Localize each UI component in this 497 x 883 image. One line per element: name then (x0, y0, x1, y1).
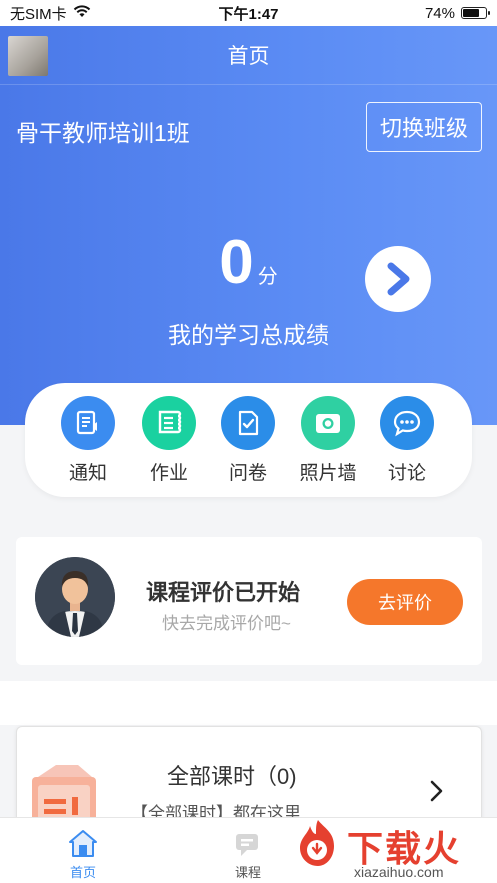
flame-logo-icon (300, 820, 334, 866)
section-divider (0, 681, 497, 725)
score-unit: 分 (257, 266, 278, 288)
battery-fill (463, 9, 480, 17)
battery-icon (461, 7, 490, 19)
tab-home[interactable]: 首页 (43, 826, 123, 881)
quick-action-notice[interactable]: 通知 (53, 396, 123, 485)
quick-action-label: 问卷 (228, 463, 267, 484)
evaluation-subtitle: 快去完成评价吧~ (162, 614, 291, 633)
quick-action-photo-wall[interactable]: 照片墙 (293, 396, 363, 485)
hero-section: 首页 骨干教师培训1班 切换班级 0分 我的学习总成绩 (0, 26, 497, 425)
evaluation-card: 课程评价已开始 快去完成评价吧~ 去评价 (16, 537, 482, 665)
switch-class-button[interactable]: 切换班级 (366, 102, 482, 152)
tab-label: 课程 (234, 865, 261, 880)
quick-action-homework[interactable]: 作业 (134, 396, 204, 485)
survey-icon (221, 396, 275, 450)
page-title: 首页 (227, 45, 270, 68)
status-bar: 无SIM卡 下午1:47 74% (0, 0, 497, 26)
battery-percent: 74% (424, 4, 455, 22)
chevron-right-icon (430, 780, 443, 802)
quick-action-label: 作业 (149, 463, 188, 484)
lessons-title: 全部课时（0) (167, 764, 297, 789)
watermark: 下载火 xiazaihuo.com (292, 812, 497, 883)
user-avatar[interactable] (8, 36, 48, 76)
tab-courses[interactable]: 课程 (208, 826, 288, 881)
camera-icon (301, 396, 355, 450)
homework-icon (142, 396, 196, 450)
class-name: 骨干教师培训1班 (16, 120, 190, 146)
nav-divider (0, 84, 497, 85)
carrier-label: 无SIM卡 (10, 5, 67, 23)
home-icon (43, 826, 123, 858)
nav-bar: 首页 (0, 26, 497, 84)
quick-action-label: 讨论 (387, 463, 426, 484)
go-evaluate-button[interactable]: 去评价 (347, 579, 463, 625)
quick-action-discussion[interactable]: 讨论 (372, 396, 442, 485)
teacher-avatar (35, 557, 115, 637)
course-icon (208, 826, 288, 858)
score-value: 0 (219, 228, 254, 297)
notice-icon (61, 396, 115, 450)
tab-label: 首页 (69, 865, 96, 880)
evaluation-title: 课程评价已开始 (146, 580, 301, 605)
watermark-domain: xiazaihuo.com (354, 864, 444, 880)
score-detail-button[interactable] (365, 246, 431, 312)
wifi-icon (73, 4, 91, 22)
chevron-right-icon (387, 262, 410, 296)
quick-actions-card: 通知 作业 问卷 照片墙 讨论 (25, 383, 472, 497)
quick-action-label: 照片墙 (299, 463, 357, 484)
quick-action-survey[interactable]: 问卷 (213, 396, 283, 485)
quick-action-label: 通知 (68, 463, 107, 484)
chat-icon (380, 396, 434, 450)
score-label: 我的学习总成绩 (168, 322, 329, 348)
